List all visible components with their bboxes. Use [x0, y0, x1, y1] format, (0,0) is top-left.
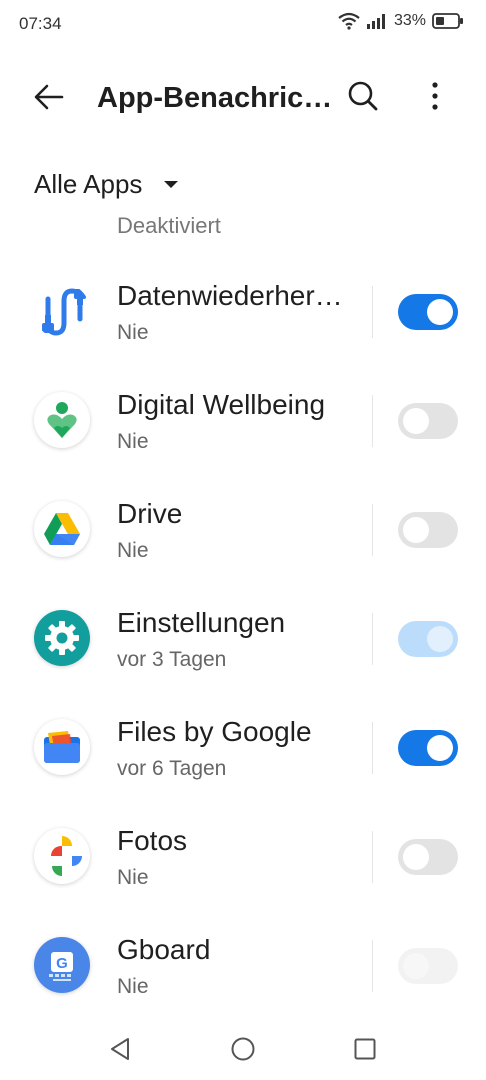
list-item[interactable]: Einstellungen vor 3 Tagen	[0, 585, 486, 694]
row-divider	[372, 613, 373, 665]
app-name: Gboard	[117, 934, 211, 965]
partial-list-item: Deaktiviert	[117, 209, 221, 239]
status-time: 07:34	[19, 14, 62, 33]
filter-label: Alle Apps	[34, 168, 143, 199]
app-name: Digital Wellbeing	[117, 389, 326, 420]
settings-gear-icon	[34, 610, 90, 666]
digital-wellbeing-icon	[34, 392, 90, 448]
toggle-knob	[403, 517, 429, 543]
toggle-knob	[427, 735, 453, 761]
toggle-knob	[427, 299, 453, 325]
row-divider	[372, 395, 373, 447]
app-last-notification: Nie	[117, 975, 149, 998]
data-restore-icon	[34, 283, 90, 339]
battery-icon	[432, 13, 463, 29]
notification-toggle[interactable]	[398, 730, 458, 766]
list-item[interactable]: Digital Wellbeing Nie	[0, 367, 486, 476]
status-bar: 07:34 33%	[0, 0, 486, 50]
app-last-notification: vor 3 Tagen	[117, 648, 227, 671]
notification-toggle[interactable]	[398, 512, 458, 548]
app-name: Drive	[117, 498, 183, 529]
files-icon	[34, 719, 90, 775]
toggle-knob	[427, 626, 453, 652]
toggle-knob	[403, 408, 429, 434]
app-last-notification: Nie	[117, 866, 149, 889]
notification-toggle[interactable]	[398, 294, 458, 330]
list-item[interactable]: Files by Google vor 6 Tagen	[0, 694, 486, 803]
notification-toggle	[398, 621, 458, 657]
battery-percent: 33%	[393, 12, 426, 29]
row-divider	[372, 831, 373, 883]
app-last-notification: Nie	[117, 430, 149, 453]
dropdown-caret-icon	[164, 180, 179, 188]
notification-toggle[interactable]	[398, 839, 458, 875]
navigation-bar	[0, 1022, 486, 1080]
app-filter-dropdown[interactable]: Alle Apps	[34, 164, 179, 204]
more-options-icon[interactable]	[420, 79, 450, 113]
toggle-knob	[403, 844, 429, 870]
app-last-notification: Nie	[117, 321, 149, 344]
nav-recents-icon[interactable]	[352, 1036, 378, 1062]
toggle-knob	[403, 953, 429, 979]
nav-home-icon[interactable]	[230, 1036, 256, 1062]
app-list: Datenwiederherstellung Nie Digital Wellb…	[0, 258, 486, 1021]
notification-toggle[interactable]	[398, 403, 458, 439]
list-item[interactable]: Drive Nie	[0, 476, 486, 585]
status-icons: 33%	[338, 12, 464, 30]
back-arrow-icon[interactable]	[32, 80, 66, 114]
app-last-notification: Nie	[117, 539, 149, 562]
list-item[interactable]: Datenwiederherstellung Nie	[0, 258, 486, 367]
gboard-icon: G	[34, 937, 90, 993]
photos-pinwheel-icon	[34, 828, 90, 884]
drive-icon	[34, 501, 90, 557]
wifi-icon	[338, 12, 360, 30]
row-divider	[372, 286, 373, 338]
nav-back-icon[interactable]	[108, 1036, 134, 1062]
app-last-notification: vor 6 Tagen	[117, 757, 227, 780]
list-item[interactable]: Fotos Nie	[0, 803, 486, 912]
notification-toggle	[398, 948, 458, 984]
app-name: Datenwiederherstellung	[117, 280, 353, 311]
page-title: App-Benachrichtigungen	[97, 82, 333, 114]
app-bar: App-Benachrichtigungen	[0, 60, 486, 132]
search-icon[interactable]	[346, 79, 380, 113]
partial-item-status: Deaktiviert	[117, 213, 221, 238]
list-item[interactable]: G Gboard Nie	[0, 912, 486, 1021]
app-name: Files by Google	[117, 716, 312, 747]
row-divider	[372, 504, 373, 556]
app-name: Einstellungen	[117, 607, 286, 638]
svg-text:G: G	[56, 955, 68, 972]
signal-icon	[366, 14, 385, 29]
row-divider	[372, 722, 373, 774]
row-divider	[372, 940, 373, 992]
app-name: Fotos	[117, 825, 188, 856]
